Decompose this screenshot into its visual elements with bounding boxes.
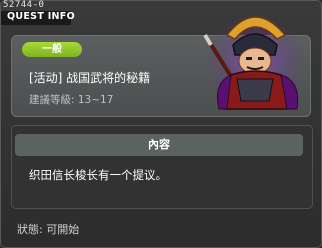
window-title: QUEST INFO [7, 11, 75, 22]
quest-status: 狀態: 可開始 [17, 223, 80, 236]
content-header: 內容 [15, 134, 303, 156]
quest-level-requirement: 建議等級: 13~17 [29, 94, 114, 106]
quest-info-window: 52744-0 QUEST INFO 一般 [活动] 战国武将的秘籍 建議等級:… [0, 0, 322, 248]
npc-portrait-icon [203, 13, 305, 113]
quest-id: 52744-0 [3, 0, 45, 10]
quest-category-badge: 一般 [22, 42, 82, 57]
content-text: 织田信长梭长有一个提议。 [29, 168, 167, 182]
quest-name: [活动] 战国武将的秘籍 [29, 71, 151, 85]
